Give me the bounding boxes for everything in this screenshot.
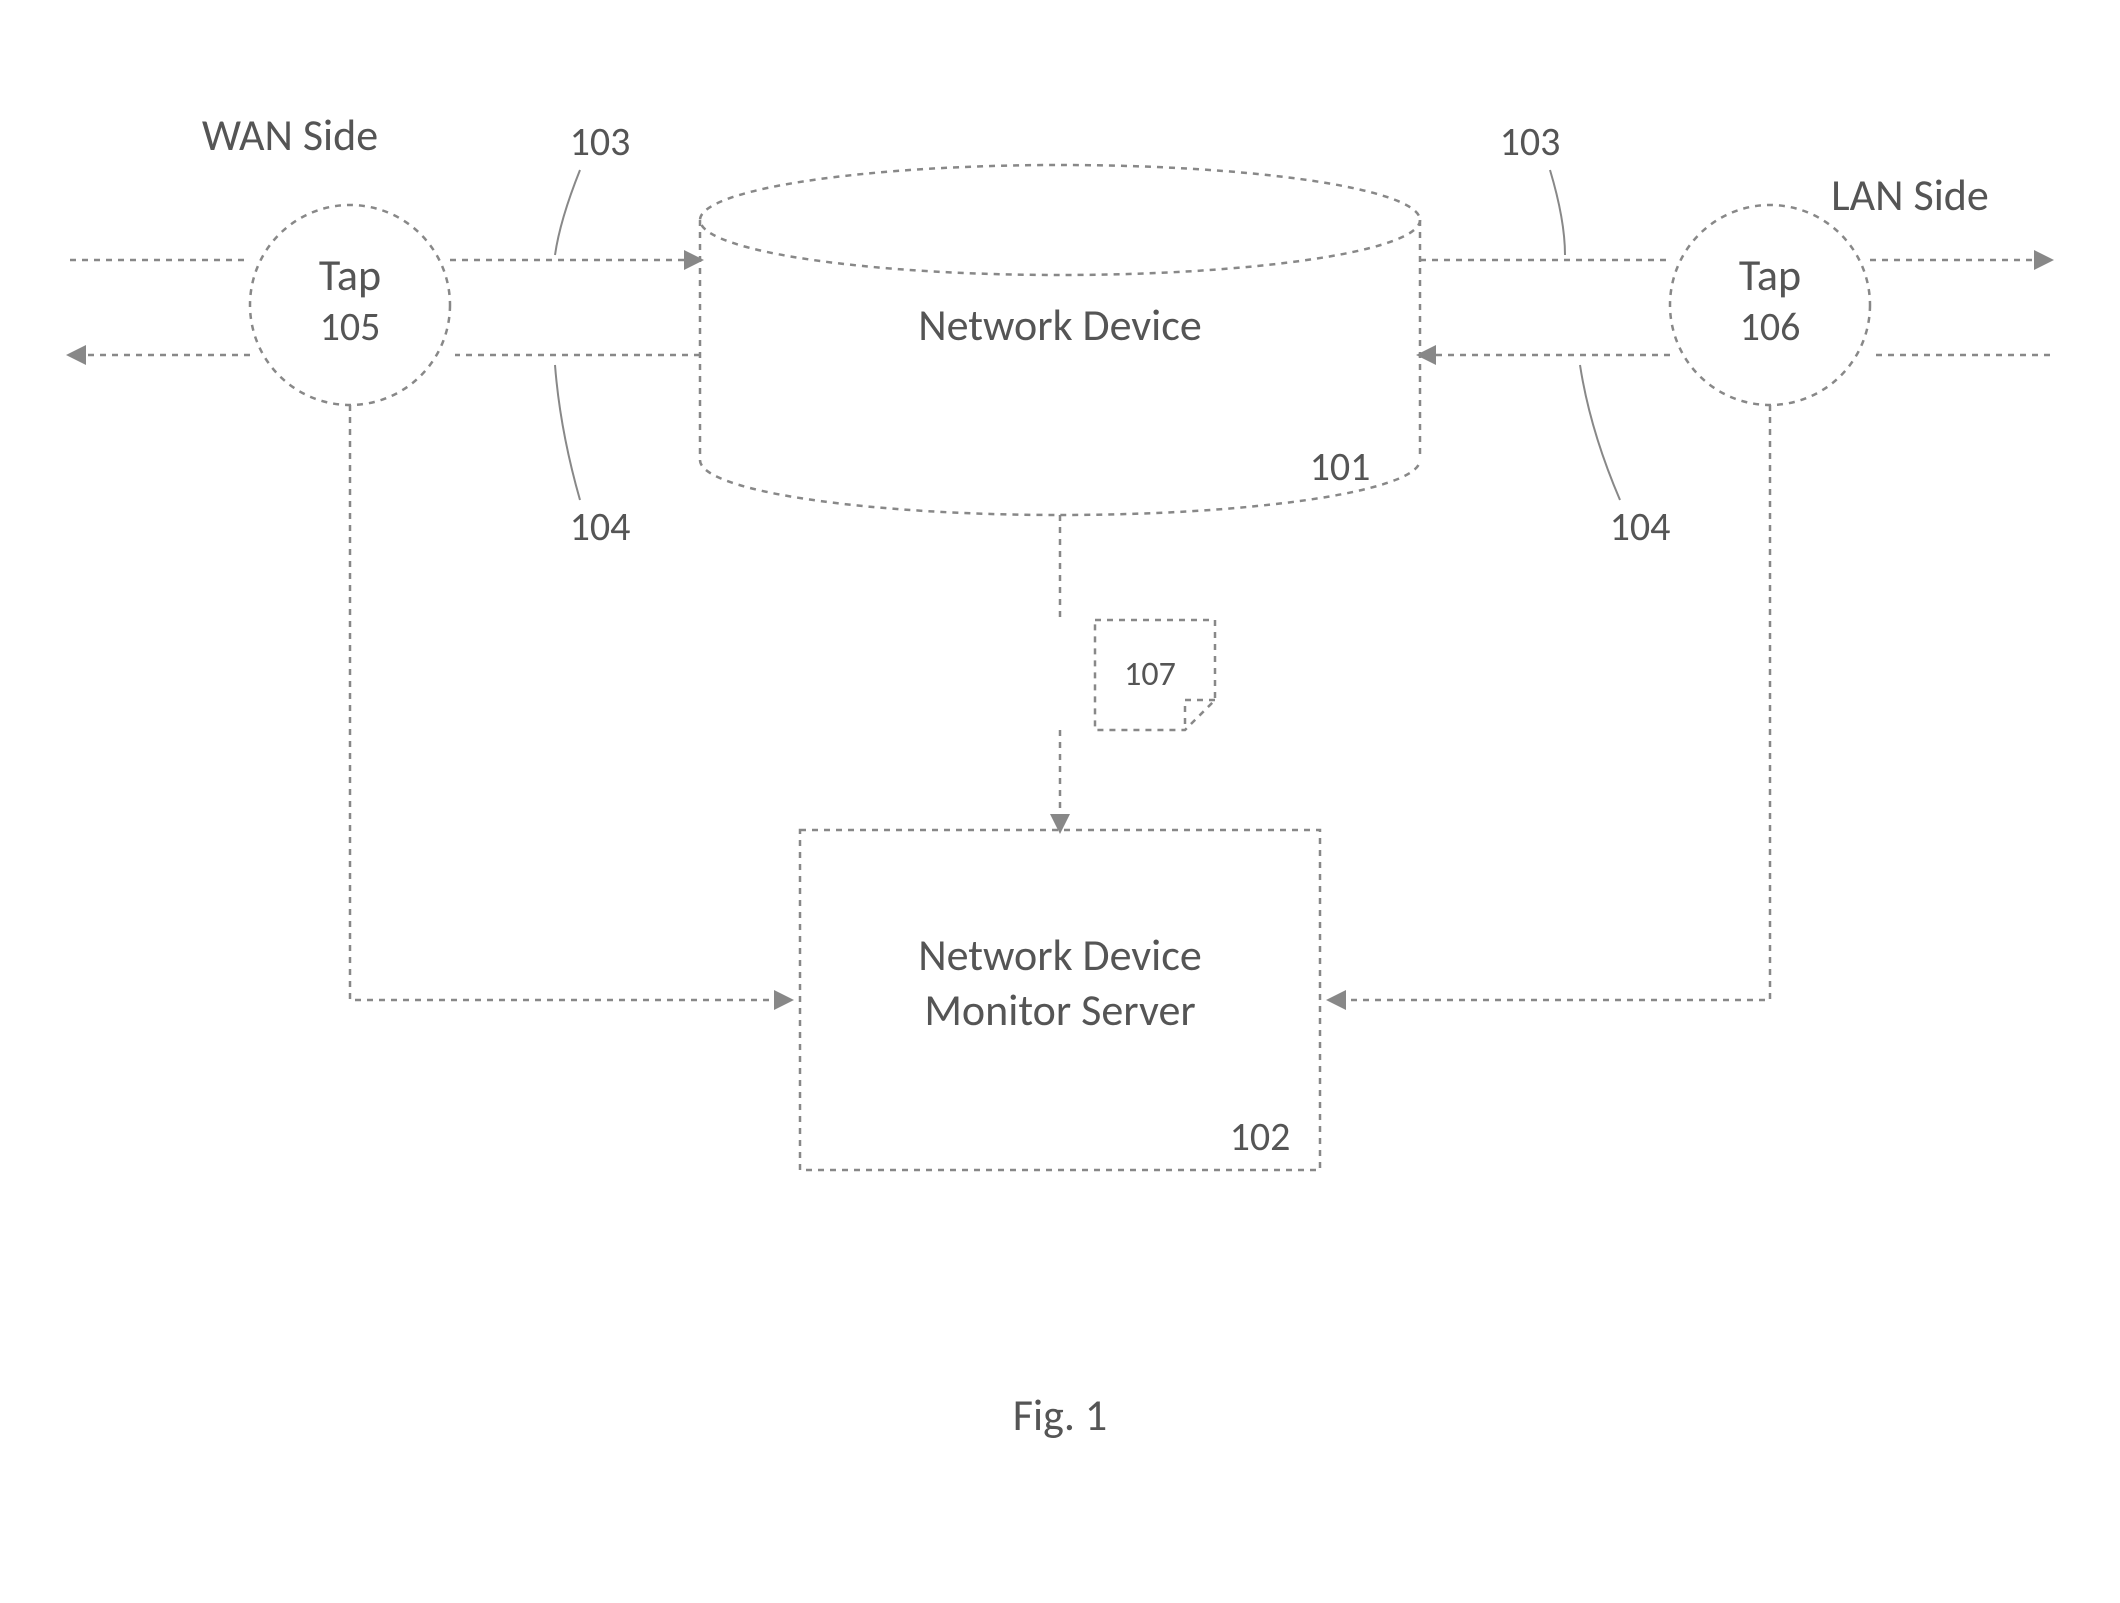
monitor-server-title-2: Monitor Server <box>924 983 1195 1037</box>
monitor-server-title-1: Network Device <box>918 928 1202 982</box>
tap-left: Tap 105 <box>250 205 450 405</box>
ref-104-left: 104 <box>570 502 631 551</box>
note-107: 107 <box>1095 620 1215 730</box>
ref-104-left-curve <box>555 365 580 500</box>
ref-103-right: 103 <box>1500 117 1561 166</box>
ref-103-left: 103 <box>570 117 631 166</box>
wan-side-label: WAN Side <box>202 108 378 162</box>
arrow-tap105-to-monitor <box>350 405 790 1000</box>
network-device-title: Network Device <box>918 298 1202 352</box>
lan-side-label: LAN Side <box>1831 168 1989 222</box>
figure-caption: Fig. 1 <box>1013 1388 1107 1442</box>
tap-right: Tap 106 <box>1670 205 1870 405</box>
ref-104-right-curve <box>1580 365 1620 500</box>
network-device-ref: 101 <box>1310 442 1371 491</box>
note-107-ref: 107 <box>1124 654 1176 695</box>
diagram-canvas: Network Device 101 Tap 105 Tap 106 Netwo… <box>0 0 2120 1603</box>
arrow-tap106-to-monitor <box>1330 405 1770 1000</box>
monitor-server-ref: 102 <box>1230 1112 1291 1161</box>
monitor-server: Network Device Monitor Server 102 <box>800 830 1320 1170</box>
network-device: Network Device 101 <box>700 165 1420 515</box>
tap-right-title: Tap <box>1739 248 1801 302</box>
ref-103-left-curve <box>555 170 580 255</box>
tap-right-ref: 106 <box>1740 302 1801 351</box>
ref-103-right-curve <box>1550 170 1565 255</box>
tap-left-ref: 105 <box>320 302 381 351</box>
ref-104-right: 104 <box>1610 502 1671 551</box>
tap-left-title: Tap <box>319 248 381 302</box>
